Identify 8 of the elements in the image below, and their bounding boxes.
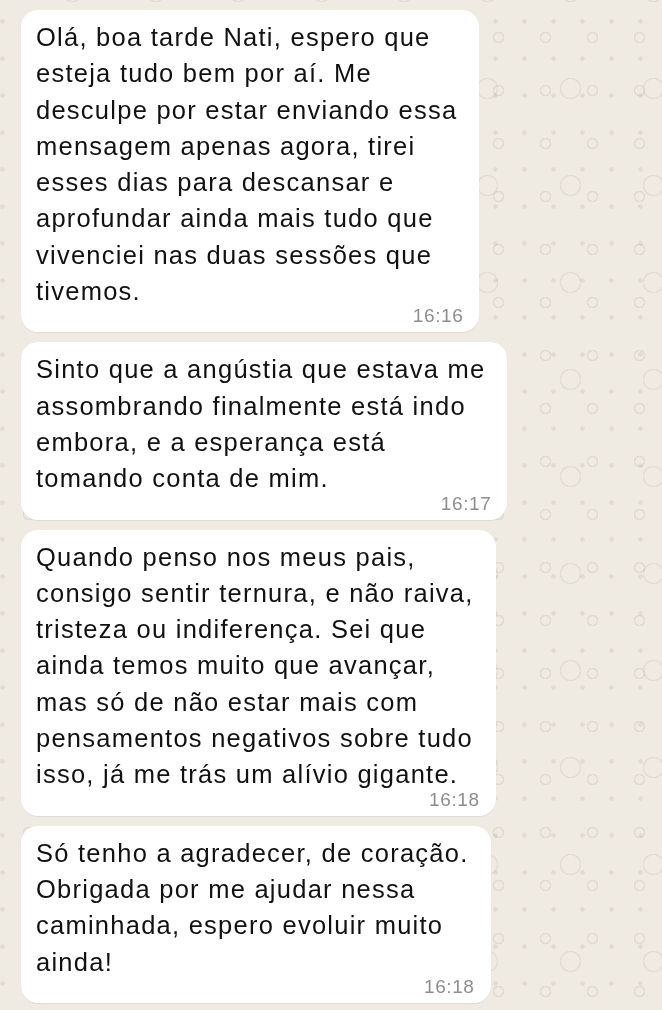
- message-time: 16:16: [412, 309, 464, 324]
- message-text: Olá, boa tarde Nati, espero que esteja tudo bem por aí. Me desculpe por estar enviando essa mensagem apenas agora, tirei esses dias para descansar e aprofundar ainda mais tudo que vivenciei nas duas sessões que tivemos.: [36, 22, 458, 308]
- message-text: Quando penso nos meus pais, consigo sentir ternura, e não raiva, tristeza ou indiferença. Sei que ainda temos muito que avançar, mas só de não estar mais com pensamentos negativos sobre tudo isso, já me trás um alívio gigante.: [36, 541, 474, 791]
- message-time: 16:17: [440, 496, 492, 511]
- message-text: Só tenho a agradecer, de coração. Obrigada por me ajudar nessa caminhada, espero evoluir muito ainda!: [36, 837, 469, 978]
- message-time: 16:18: [429, 792, 480, 807]
- message-text: Sinto que a angústia que estava me assombrando finalmente está indo embora, e a esperança está tomando conta de mim.: [36, 354, 486, 495]
- message-time: 16:18: [424, 979, 475, 994]
